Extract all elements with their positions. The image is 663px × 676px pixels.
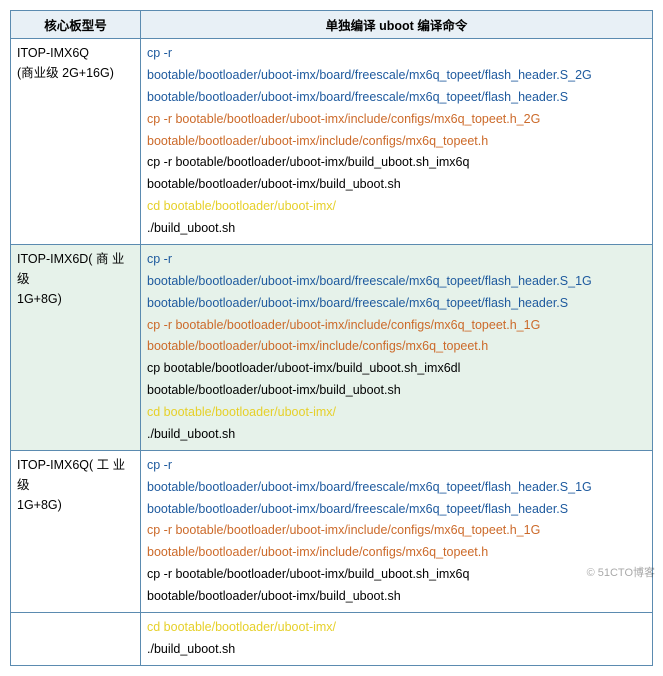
command-line: cd bootable/bootloader/uboot-imx/ bbox=[147, 402, 646, 424]
command-line: bootable/bootloader/uboot-imx/build_uboo… bbox=[147, 174, 646, 196]
command-line: bootable/bootloader/uboot-imx/build_uboo… bbox=[147, 586, 646, 608]
model-cell: ITOP-IMX6Q(商业级 2G+16G) bbox=[11, 39, 141, 245]
command-line: bootable/bootloader/uboot-imx/board/free… bbox=[147, 477, 646, 499]
table-header-row: 核心板型号 单独编译 uboot 编译命令 bbox=[11, 11, 653, 39]
command-line: bootable/bootloader/uboot-imx/board/free… bbox=[147, 87, 646, 109]
command-line: cp -r bootable/bootloader/uboot-imx/buil… bbox=[147, 564, 646, 586]
uboot-build-table: 核心板型号 单独编译 uboot 编译命令 ITOP-IMX6Q(商业级 2G+… bbox=[10, 10, 653, 666]
model-cell: ITOP-IMX6Q( 工 业 级1G+8G) bbox=[11, 450, 141, 612]
header-cmd: 单独编译 uboot 编译命令 bbox=[141, 11, 653, 39]
table-row: ITOP-IMX6Q( 工 业 级1G+8G)cp -rbootable/boo… bbox=[11, 450, 653, 612]
model-cell: ITOP-IMX6D( 商 业 级1G+8G) bbox=[11, 244, 141, 450]
table-row: ITOP-IMX6Q(商业级 2G+16G)cp -rbootable/boot… bbox=[11, 39, 653, 245]
command-line: ./build_uboot.sh bbox=[147, 639, 646, 661]
command-line: cp -r bbox=[147, 455, 646, 477]
command-line: ./build_uboot.sh bbox=[147, 424, 646, 446]
command-line: cp -r bootable/bootloader/uboot-imx/incl… bbox=[147, 109, 646, 131]
command-cell: cp -rbootable/bootloader/uboot-imx/board… bbox=[141, 450, 653, 612]
table-row: ITOP-IMX6D( 商 业 级1G+8G)cp -rbootable/boo… bbox=[11, 244, 653, 450]
command-line: cp -r bootable/bootloader/uboot-imx/buil… bbox=[147, 152, 646, 174]
table-row: cd bootable/bootloader/uboot-imx/./build… bbox=[11, 612, 653, 665]
command-line: cd bootable/bootloader/uboot-imx/ bbox=[147, 617, 646, 639]
command-line: bootable/bootloader/uboot-imx/board/free… bbox=[147, 293, 646, 315]
command-line: bootable/bootloader/uboot-imx/include/co… bbox=[147, 336, 646, 358]
command-line: cp -r bbox=[147, 43, 646, 65]
command-line: bootable/bootloader/uboot-imx/board/free… bbox=[147, 271, 646, 293]
command-line: cp -r bootable/bootloader/uboot-imx/incl… bbox=[147, 315, 646, 337]
command-line: bootable/bootloader/uboot-imx/include/co… bbox=[147, 131, 646, 153]
command-line: bootable/bootloader/uboot-imx/include/co… bbox=[147, 542, 646, 564]
command-line: ./build_uboot.sh bbox=[147, 218, 646, 240]
command-line: bootable/bootloader/uboot-imx/board/free… bbox=[147, 499, 646, 521]
command-line: cp -r bootable/bootloader/uboot-imx/incl… bbox=[147, 520, 646, 542]
command-cell: cp -rbootable/bootloader/uboot-imx/board… bbox=[141, 39, 653, 245]
command-line: bootable/bootloader/uboot-imx/board/free… bbox=[147, 65, 646, 87]
model-cell bbox=[11, 612, 141, 665]
command-line: bootable/bootloader/uboot-imx/build_uboo… bbox=[147, 380, 646, 402]
command-cell: cp -rbootable/bootloader/uboot-imx/board… bbox=[141, 244, 653, 450]
command-line: cp -r bbox=[147, 249, 646, 271]
command-line: cp bootable/bootloader/uboot-imx/build_u… bbox=[147, 358, 646, 380]
command-cell: cd bootable/bootloader/uboot-imx/./build… bbox=[141, 612, 653, 665]
header-model: 核心板型号 bbox=[11, 11, 141, 39]
command-line: cd bootable/bootloader/uboot-imx/ bbox=[147, 196, 646, 218]
